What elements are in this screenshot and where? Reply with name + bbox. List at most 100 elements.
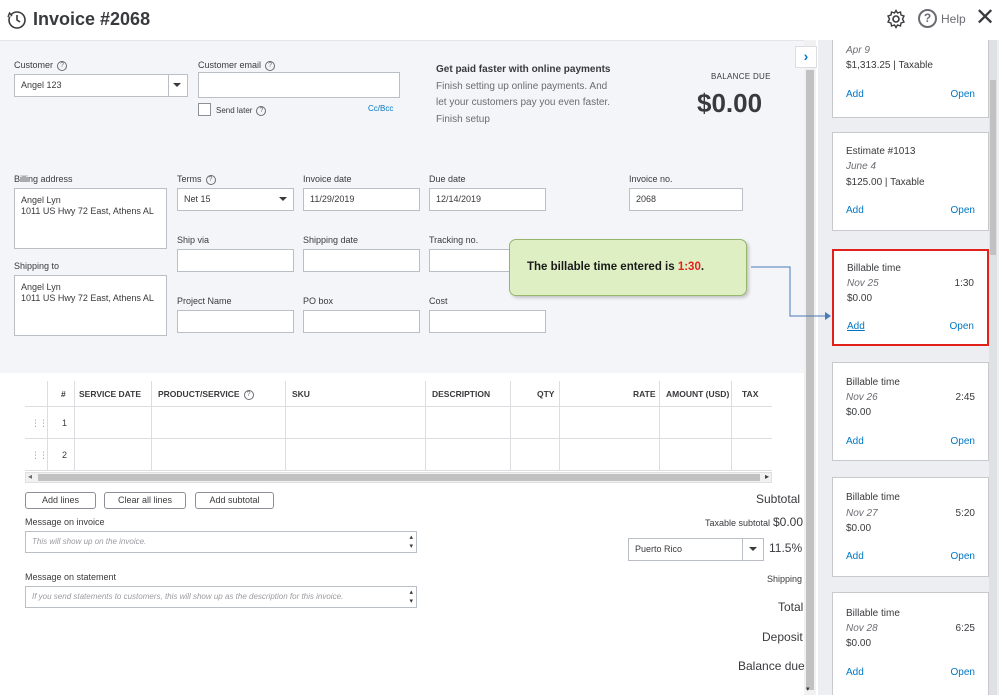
gear-icon[interactable] <box>886 9 906 29</box>
card-duration: 1:30 <box>954 278 974 289</box>
scrollbar-thumb[interactable] <box>38 474 760 481</box>
drag-handle-icon[interactable]: ⋮⋮ <box>31 450 48 461</box>
invoice-no-label: Invoice no. <box>629 174 673 184</box>
invoice-header: Invoice #2068 ? Help ✕ <box>0 0 999 40</box>
drag-handle-icon[interactable]: ⋮⋮ <box>31 418 48 429</box>
help-link[interactable]: Help <box>941 12 966 26</box>
card-open-link[interactable]: Open <box>951 205 975 216</box>
card-add-link[interactable]: Add <box>846 551 864 562</box>
scroll-left-icon: ◂ <box>28 472 33 481</box>
card-duration: 2:45 <box>955 392 975 403</box>
billable-time-card: Billable time Nov 26 2:45 $0.00 Add Open <box>832 362 989 461</box>
card-duration: 6:25 <box>955 623 975 634</box>
card-duration: 5:20 <box>955 508 975 519</box>
card-open-link[interactable]: Open <box>951 89 975 100</box>
help-icon: ? <box>265 60 276 71</box>
invoice-date-input[interactable]: 11/29/2019 <box>303 188 420 211</box>
customer-email-label: Customer email? <box>198 60 276 71</box>
customer-email-input[interactable] <box>198 72 400 98</box>
card-title: Billable time <box>846 492 900 503</box>
card-add-link[interactable]: Add <box>846 436 864 447</box>
card-add-link[interactable]: Add <box>846 205 864 216</box>
shipping-date-label: Shipping date <box>303 235 359 245</box>
card-amount: $1,313.25 | Taxable <box>846 60 933 71</box>
deposit-label: Deposit <box>762 630 803 644</box>
transaction-card: Apr 9 $1,313.25 | Taxable Add Open <box>832 40 989 118</box>
billing-address-field[interactable]: Angel Lyn 1011 US Hwy 72 East, Athens AL <box>14 188 167 249</box>
ship-via-input[interactable] <box>177 249 294 272</box>
col-header-product: PRODUCT/SERVICE? <box>158 389 254 400</box>
table-horizontal-scrollbar[interactable]: ◂ ▸ <box>25 472 772 483</box>
card-add-link[interactable]: Add <box>846 667 864 678</box>
card-add-link[interactable]: Add <box>847 321 865 332</box>
taxable-subtotal-label: Taxable subtotal <box>705 518 771 528</box>
clear-all-lines-button[interactable]: Clear all lines <box>104 492 186 509</box>
recent-transactions-icon[interactable] <box>6 9 28 31</box>
help-icon: ? <box>256 106 267 116</box>
terms-select[interactable]: Net 15 <box>177 188 294 211</box>
collapse-drawer-button[interactable]: › <box>795 46 817 68</box>
shipping-to-field[interactable]: Angel Lyn 1011 US Hwy 72 East, Athens AL <box>14 275 167 336</box>
card-title: Estimate #1013 <box>846 146 916 157</box>
invoice-date-label: Invoice date <box>303 174 352 184</box>
col-header-tax: TAX <box>742 389 759 399</box>
card-date: Nov 27 <box>846 508 878 519</box>
billable-time-card: Billable time Nov 27 5:20 $0.00 Add Open <box>832 477 989 577</box>
message-statement-input[interactable]: If you send statements to customers, thi… <box>25 586 417 608</box>
invoice-no-input[interactable]: 2068 <box>629 188 743 211</box>
transaction-card: Estimate #1013 June 4 $125.00 | Taxable … <box>832 132 989 231</box>
cost-input[interactable] <box>429 310 546 333</box>
message-statement-label: Message on statement <box>25 572 117 582</box>
page-vertical-scrollbar[interactable]: ▾ <box>804 40 816 695</box>
due-date-input[interactable]: 12/14/2019 <box>429 188 546 211</box>
send-later-label: Send later? <box>216 106 267 116</box>
card-amount: $0.00 <box>846 638 872 649</box>
col-header-rate: RATE <box>633 389 656 399</box>
project-name-input[interactable] <box>177 310 294 333</box>
ship-via-label: Ship via <box>177 235 210 245</box>
terms-label: Terms? <box>177 174 216 185</box>
customer-label: Customer? <box>14 60 68 71</box>
card-add-link[interactable]: Add <box>846 89 864 100</box>
card-open-link[interactable]: Open <box>951 436 975 447</box>
tax-rate-value: 11.5% <box>769 541 803 555</box>
message-invoice-label: Message on invoice <box>25 517 105 527</box>
po-box-input[interactable] <box>303 310 420 333</box>
scrollbar-thumb <box>990 80 996 255</box>
billable-time-card-highlighted: Billable time Nov 25 1:30 $0.00 Add Open <box>832 249 989 346</box>
tracking-no-label: Tracking no. <box>429 235 479 245</box>
balance-due-label: BALANCE DUE <box>711 72 771 81</box>
add-lines-button[interactable]: Add lines <box>25 492 96 509</box>
col-header-number: # <box>61 389 66 399</box>
card-date: Apr 9 <box>846 45 870 56</box>
page-title: Invoice #2068 <box>33 9 151 29</box>
project-name-label: Project Name <box>177 296 232 306</box>
add-subtotal-button[interactable]: Add subtotal <box>195 492 274 509</box>
subtotal-label: Subtotal <box>756 492 801 506</box>
callout-connector-arrow <box>751 266 831 320</box>
help-icon[interactable]: ? <box>918 9 937 28</box>
tax-region-select[interactable]: Puerto Rico <box>628 538 764 561</box>
shipping-to-label: Shipping to <box>14 261 60 271</box>
scroll-down-icon: ▾ <box>806 686 810 693</box>
close-icon[interactable]: ✕ <box>975 4 995 32</box>
scroll-right-icon: ▸ <box>764 472 769 481</box>
card-title: Billable time <box>846 377 900 388</box>
resize-stepper-icon: ▴ ▾ <box>409 534 413 550</box>
total-label: Total <box>778 600 804 614</box>
shipping-date-input[interactable] <box>303 249 420 272</box>
col-header-description: DESCRIPTION <box>432 389 491 399</box>
card-open-link[interactable]: Open <box>951 667 975 678</box>
shipping-label: Shipping <box>767 574 803 584</box>
finish-setup-link[interactable]: Finish setup <box>436 114 490 125</box>
customer-select[interactable]: Angel 123 <box>14 74 188 97</box>
card-open-link[interactable]: Open <box>951 551 975 562</box>
drawer-scrollbar[interactable] <box>989 40 997 695</box>
scrollbar-thumb[interactable] <box>806 70 814 690</box>
card-open-link[interactable]: Open <box>950 321 974 332</box>
cc-bcc-link[interactable]: Cc/Bcc <box>368 104 393 113</box>
cost-label: Cost <box>429 296 448 306</box>
help-icon: ? <box>57 60 68 71</box>
message-invoice-input[interactable]: This will show up on the invoice. ▴ ▾ <box>25 531 417 553</box>
send-later-checkbox[interactable] <box>198 103 211 116</box>
